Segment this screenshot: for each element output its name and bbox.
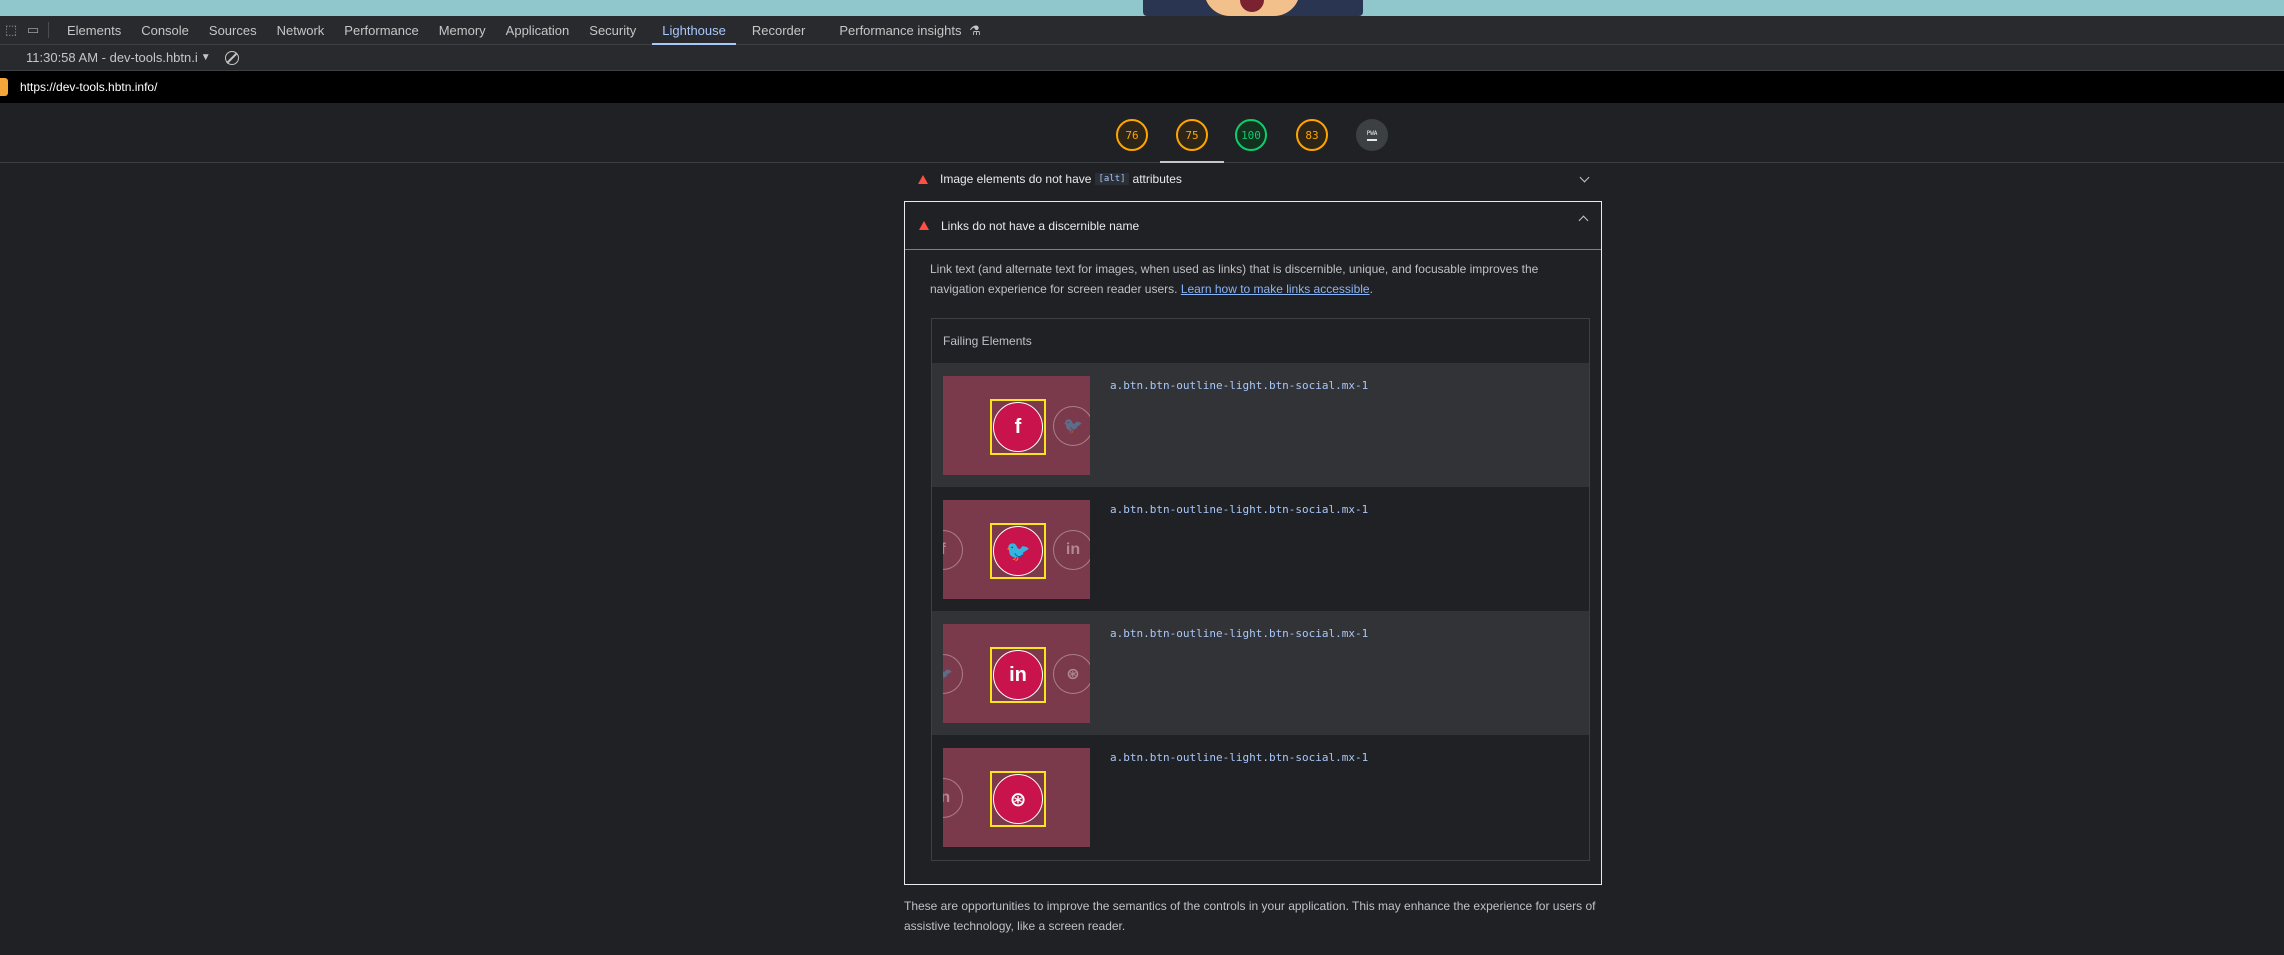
failing-elements-table: Failing Elements f 🐦 a.btn.btn-outline-l… [931,318,1590,861]
experiment-flask-icon: ⚗ [969,22,981,38]
report-selector[interactable]: 11:30:58 AM - dev-tools.hbtn.i ▼ [26,50,211,65]
element-screenshot: 🐦 in ⊛ [943,624,1090,723]
report-selector-label: 11:30:58 AM - dev-tools.hbtn.i [26,50,198,65]
tab-performance-insights[interactable]: Performance insights ⚗ [829,16,990,45]
fail-triangle-icon [919,221,929,230]
performance-score-gauge[interactable]: 76 [1116,119,1148,151]
tabbar-divider [48,22,49,38]
devtools-tabbar: ⬚ ▭ Elements Console Sources Network Per… [0,16,2284,45]
tab-memory[interactable]: Memory [429,16,496,45]
table-row[interactable]: in ⊛ a.btn.btn-outline-light.btn-social.… [932,735,1589,859]
audit-link-name-header[interactable]: Links do not have a discernible name [905,202,1601,250]
element-selector[interactable]: a.btn.btn-outline-light.btn-social.mx-1 [1110,627,1368,640]
chevron-up-icon [1578,215,1589,226]
tab-console[interactable]: Console [131,16,199,45]
audit-image-alt-title-end: attributes [1132,172,1182,186]
element-screenshot: f 🐦 [943,376,1090,475]
clear-all-icon[interactable] [224,50,239,65]
report-url[interactable]: https://dev-tools.hbtn.info/ [20,80,157,94]
failing-elements-title: Failing Elements [943,334,1032,348]
description-period: . [1369,282,1373,296]
table-row[interactable]: 🐦 in ⊛ a.btn.btn-outline-light.btn-socia… [932,611,1589,735]
linkedin-icon: in [1053,530,1090,570]
tab-lighthouse[interactable]: Lighthouse [652,16,736,45]
pwa-dash-icon [1367,138,1377,141]
tab-recorder[interactable]: Recorder [742,16,815,45]
lighthouse-logo-icon [0,78,8,96]
element-highlight-box: 🐦 [990,523,1046,579]
inspect-element-icon[interactable]: ⬚ [0,16,22,45]
caret-down-icon: ▼ [200,52,211,63]
fail-triangle-icon [918,174,928,184]
alt-attribute-code: [alt] [1095,173,1129,185]
table-row[interactable]: f 🐦 a.btn.btn-outline-light.btn-social.m… [932,363,1589,487]
table-row[interactable]: f 🐦 in a.btn.btn-outline-light.btn-socia… [932,487,1589,611]
audit-link-name: Links do not have a discernible name Lin… [904,201,1602,885]
audit-description: Link text (and alternate text for images… [930,259,1570,299]
twitter-icon: 🐦 [943,654,963,694]
lighthouse-toolbar: 11:30:58 AM - dev-tools.hbtn.i ▼ [0,45,2284,71]
element-selector[interactable]: a.btn.btn-outline-light.btn-social.mx-1 [1110,503,1368,516]
report-url-bar: https://dev-tools.hbtn.info/ [0,71,2284,103]
element-selector[interactable]: a.btn.btn-outline-light.btn-social.mx-1 [1110,751,1368,764]
accessibility-score-gauge[interactable]: 75 [1176,119,1208,151]
linkedin-icon: in [943,778,963,818]
element-selector[interactable]: a.btn.btn-outline-light.btn-social.mx-1 [1110,379,1368,392]
tab-sources[interactable]: Sources [199,16,267,45]
element-highlight-box: f [990,399,1046,455]
device-toolbar-icon[interactable]: ▭ [22,16,44,45]
seo-score: 83 [1305,128,1319,142]
facebook-icon: f [993,402,1043,452]
dribbble-icon: ⊛ [1053,654,1090,694]
accessibility-score: 75 [1185,128,1199,142]
audit-image-alt[interactable]: Image elements do not have [alt] attribu… [904,163,1602,195]
best-practices-score: 100 [1241,128,1261,142]
twitter-icon: 🐦 [993,526,1043,576]
group-description: These are opportunities to improve the s… [904,899,1596,933]
audit-image-alt-title-start: Image elements do not have [940,172,1092,186]
element-screenshot: in ⊛ [943,748,1090,847]
audit-link-name-title: Links do not have a discernible name [941,218,1140,233]
element-highlight-box: ⊛ [990,771,1046,827]
inspected-page-strip [0,0,2284,16]
tab-security[interactable]: Security [579,16,646,45]
learn-more-link[interactable]: Learn how to make links accessible [1181,282,1370,296]
linkedin-icon: in [993,650,1043,700]
tab-application[interactable]: Application [496,16,580,45]
dribbble-icon: ⊛ [993,774,1043,824]
seo-score-gauge[interactable]: 83 [1296,119,1328,151]
chevron-down-icon [1579,172,1590,183]
pwa-badge-gauge[interactable]: PWA [1356,119,1388,151]
facebook-icon: f [943,530,963,570]
pwa-label: PWA [1366,129,1378,137]
performance-score: 76 [1125,128,1139,142]
tab-elements[interactable]: Elements [57,16,131,45]
tab-performance-insights-label: Performance insights [839,22,962,38]
element-highlight-box: in [990,647,1046,703]
best-practices-score-gauge[interactable]: 100 [1235,119,1267,151]
tab-performance[interactable]: Performance [334,16,428,45]
twitter-icon: 🐦 [1053,406,1090,446]
score-gauges: 76 75 100 83 PWA [0,103,2284,163]
element-screenshot: f 🐦 in [943,500,1090,599]
tab-network[interactable]: Network [267,16,335,45]
